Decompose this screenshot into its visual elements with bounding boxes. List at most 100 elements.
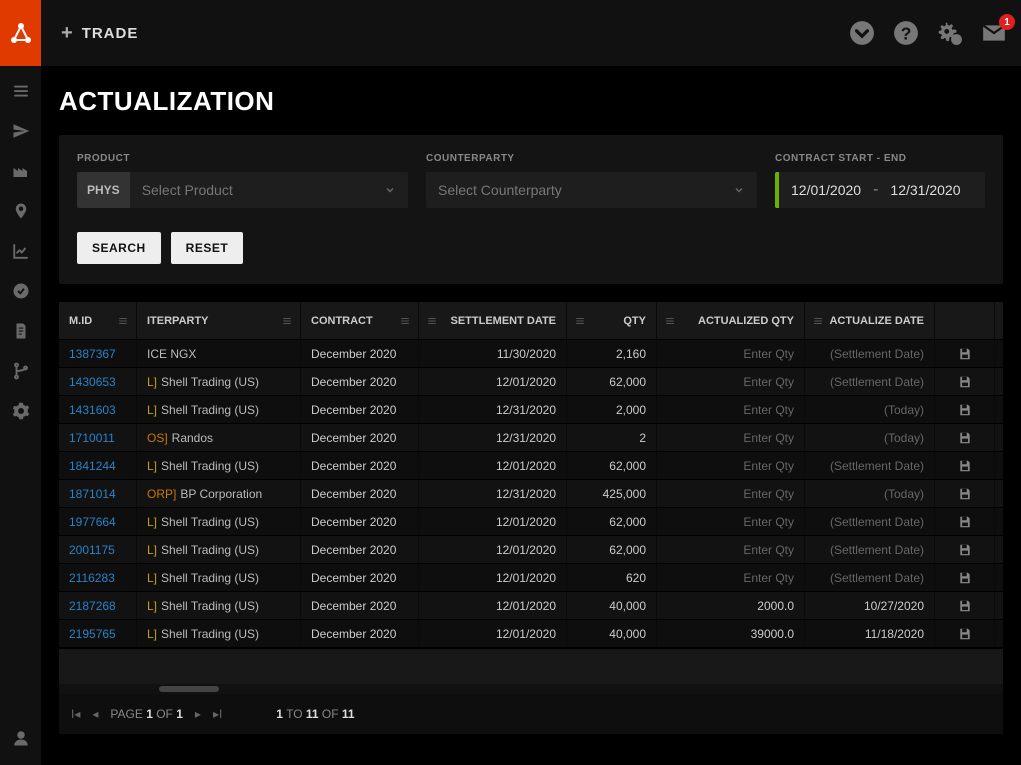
cell-counterparty: L]Shell Trading (US) bbox=[137, 508, 301, 535]
cell-actualize-date[interactable]: (Today) bbox=[805, 424, 935, 451]
save-icon[interactable] bbox=[958, 375, 972, 389]
mid-link[interactable]: 1431603 bbox=[69, 403, 116, 417]
mid-link[interactable]: 2187268 bbox=[69, 599, 116, 613]
actualize-date-placeholder: (Settlement Date) bbox=[830, 543, 924, 557]
save-icon[interactable] bbox=[958, 571, 972, 585]
actualize-date-placeholder: (Settlement Date) bbox=[830, 571, 924, 585]
mid-link[interactable]: 2195765 bbox=[69, 627, 116, 641]
cell-mid: 1977664 bbox=[59, 508, 137, 535]
save-icon[interactable] bbox=[958, 459, 972, 473]
mid-link[interactable]: 1977664 bbox=[69, 515, 116, 529]
col-header-settlement[interactable]: SETTLEMENT DATE bbox=[419, 302, 567, 339]
counterparty-code: L] bbox=[147, 375, 157, 389]
mid-link[interactable]: 1871014 bbox=[69, 487, 116, 501]
cell-save bbox=[935, 424, 995, 451]
cell-counterparty: OS]Randos bbox=[137, 424, 301, 451]
col-header-actualized-qty[interactable]: ACTUALIZED QTY bbox=[657, 302, 805, 339]
counterparty-select[interactable]: Select Counterparty bbox=[426, 172, 757, 208]
counterparty-code: L] bbox=[147, 627, 157, 641]
add-trade-button[interactable]: + TRADE bbox=[61, 22, 138, 45]
check-badge-icon[interactable] bbox=[12, 282, 30, 300]
date-range-input[interactable]: 12/01/2020 - 12/31/2020 bbox=[775, 172, 985, 208]
cell-contract: December 2020 bbox=[301, 368, 419, 395]
app-logo[interactable] bbox=[0, 0, 41, 66]
grid-body: 1387367ICE NGXDecember 202011/30/20202,1… bbox=[59, 340, 1003, 648]
cell-save bbox=[935, 396, 995, 423]
cell-actualize-date[interactable]: (Settlement Date) bbox=[805, 508, 935, 535]
cell-actualized-qty[interactable]: Enter Qty bbox=[657, 536, 805, 563]
gear-icon[interactable] bbox=[12, 402, 30, 420]
product-select[interactable]: PHYS Select Product bbox=[77, 172, 408, 208]
industry-icon[interactable] bbox=[12, 162, 30, 180]
col-header-actualize-date[interactable]: ACTUALIZE DATE bbox=[805, 302, 935, 339]
actualize-date-value: 10/27/2020 bbox=[864, 599, 924, 613]
col-header-contract[interactable]: CONTRACT bbox=[301, 302, 419, 339]
scrollbar-thumb[interactable] bbox=[159, 686, 219, 692]
chart-line-icon[interactable] bbox=[12, 242, 30, 260]
save-icon[interactable] bbox=[958, 627, 972, 641]
cell-actualize-date[interactable]: (Today) bbox=[805, 396, 935, 423]
mid-link[interactable]: 1387367 bbox=[69, 347, 116, 361]
save-icon[interactable] bbox=[958, 599, 972, 613]
product-filter: PRODUCT PHYS Select Product bbox=[77, 153, 408, 208]
cell-mid: 2001175 bbox=[59, 536, 137, 563]
cell-actualize-date[interactable]: 10/27/2020 bbox=[805, 592, 935, 619]
cell-counterparty: ORP]BP Corporation bbox=[137, 480, 301, 507]
cell-counterparty: L]Shell Trading (US) bbox=[137, 396, 301, 423]
cell-actualized-qty[interactable]: 2000.0 bbox=[657, 592, 805, 619]
cell-actualize-date[interactable]: (Settlement Date) bbox=[805, 452, 935, 479]
cell-actualized-qty[interactable]: Enter Qty bbox=[657, 480, 805, 507]
cell-actualized-qty[interactable]: Enter Qty bbox=[657, 340, 805, 367]
save-icon[interactable] bbox=[958, 487, 972, 501]
cell-actualized-qty[interactable]: Enter Qty bbox=[657, 424, 805, 451]
send-icon[interactable] bbox=[12, 122, 30, 140]
cell-actualize-date[interactable]: (Settlement Date) bbox=[805, 536, 935, 563]
cell-settlement: 12/01/2020 bbox=[419, 536, 567, 563]
envelope-icon[interactable]: 1 bbox=[981, 20, 1007, 46]
cell-actualized-qty[interactable]: 39000.0 bbox=[657, 620, 805, 647]
cell-actualize-date[interactable]: (Settlement Date) bbox=[805, 368, 935, 395]
cell-actualize-date[interactable]: (Today) bbox=[805, 480, 935, 507]
save-icon[interactable] bbox=[958, 515, 972, 529]
horizontal-scrollbar[interactable] bbox=[59, 684, 1003, 694]
save-icon[interactable] bbox=[958, 543, 972, 557]
mid-link[interactable]: 1710011 bbox=[69, 431, 115, 445]
product-filter-label: PRODUCT bbox=[77, 153, 408, 164]
cell-actualized-qty[interactable]: Enter Qty bbox=[657, 368, 805, 395]
cell-actualize-date[interactable]: 11/18/2020 bbox=[805, 620, 935, 647]
cell-actualized-qty[interactable]: Enter Qty bbox=[657, 452, 805, 479]
mid-link[interactable]: 2001175 bbox=[69, 543, 115, 557]
pager-prev[interactable]: ◂ bbox=[92, 707, 98, 721]
help-icon[interactable]: ? bbox=[893, 20, 919, 46]
mid-link[interactable]: 1430653 bbox=[69, 375, 116, 389]
cell-actualize-date[interactable]: (Settlement Date) bbox=[805, 564, 935, 591]
col-header-counterparty[interactable]: ITERPARTY bbox=[137, 302, 301, 339]
document-icon[interactable] bbox=[12, 322, 30, 340]
marker-icon[interactable] bbox=[12, 202, 30, 220]
pager-last[interactable]: ▸I bbox=[213, 707, 222, 721]
pager-first[interactable]: I◂ bbox=[71, 707, 80, 721]
cell-actualize-date[interactable]: (Settlement Date) bbox=[805, 340, 935, 367]
col-header-qty[interactable]: QTY bbox=[567, 302, 657, 339]
mid-link[interactable]: 2116283 bbox=[69, 571, 115, 585]
product-type-chip[interactable]: PHYS bbox=[77, 172, 130, 208]
pager-next[interactable]: ▸ bbox=[195, 707, 201, 721]
branch-icon[interactable] bbox=[12, 362, 30, 380]
menu-icon[interactable] bbox=[12, 82, 30, 100]
cell-contract: December 2020 bbox=[301, 620, 419, 647]
save-icon[interactable] bbox=[958, 347, 972, 361]
search-button[interactable]: SEARCH bbox=[77, 232, 161, 264]
save-icon[interactable] bbox=[958, 431, 972, 445]
cell-actualized-qty[interactable]: Enter Qty bbox=[657, 508, 805, 535]
reset-button[interactable]: RESET bbox=[171, 232, 244, 264]
check-circle-icon[interactable] bbox=[849, 20, 875, 46]
gears-icon[interactable] bbox=[937, 20, 963, 46]
mid-link[interactable]: 1841244 bbox=[69, 459, 116, 473]
user-icon[interactable] bbox=[12, 729, 30, 747]
save-icon[interactable] bbox=[958, 403, 972, 417]
chevron-down-icon bbox=[733, 184, 745, 196]
cell-actualized-qty[interactable]: Enter Qty bbox=[657, 396, 805, 423]
cell-actualized-qty[interactable]: Enter Qty bbox=[657, 564, 805, 591]
cell-settlement: 12/01/2020 bbox=[419, 508, 567, 535]
col-header-mid[interactable]: M.ID bbox=[59, 302, 137, 339]
